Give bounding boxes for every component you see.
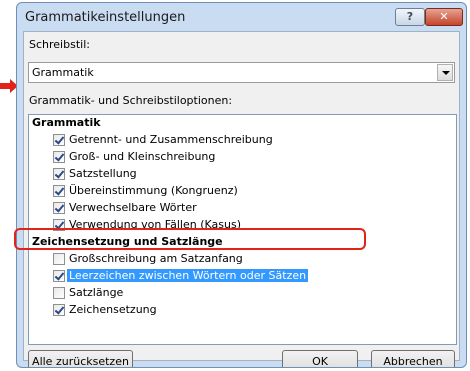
help-icon: ? [406, 10, 414, 23]
option-label: Getrennt- und Zusammenschreibung [69, 133, 273, 146]
checkbox[interactable] [53, 134, 65, 146]
reset-all-button[interactable]: Alle zurücksetzen [28, 350, 133, 367]
title-bar: Grammatikeinstellungen ? ✕ [17, 3, 466, 31]
options-label: Grammatik- und Schreibstiloptionen: [29, 94, 233, 107]
checkbox[interactable] [53, 270, 65, 282]
writing-style-label: Schreibstil: [29, 38, 90, 51]
option-label: Satzstellung [69, 167, 137, 180]
checkbox[interactable] [53, 151, 65, 163]
option-label: Verwechselbare Wörter [69, 201, 197, 214]
checkbox[interactable] [53, 185, 65, 197]
option-label: Verwendung von Fällen (Kasus) [69, 218, 241, 231]
close-button[interactable]: ✕ [425, 8, 463, 26]
writing-style-value: Grammatik [32, 66, 94, 79]
options-list[interactable]: Grammatik Getrennt- und Zusammenschreibu… [28, 114, 457, 345]
help-button[interactable]: ? [395, 8, 425, 26]
option-label: Zeichensetzung [69, 303, 157, 316]
checkbox[interactable] [53, 253, 65, 265]
writing-style-select[interactable]: Grammatik [28, 62, 455, 83]
dialog-title: Grammatikeinstellungen [25, 10, 186, 25]
checkbox[interactable] [53, 219, 65, 231]
category-heading: Grammatik [32, 116, 101, 129]
checkbox[interactable] [53, 168, 65, 180]
cancel-button[interactable]: Abbrechen [371, 350, 455, 367]
option-label: Groß- und Kleinschreibung [69, 150, 216, 163]
chevron-down-icon[interactable] [437, 64, 453, 81]
option-label: Übereinstimmung (Kongruenz) [69, 184, 238, 197]
checkbox[interactable] [53, 202, 65, 214]
option-label: Großschreibung am Satzanfang [69, 252, 243, 265]
checkbox[interactable] [53, 304, 65, 316]
ok-button[interactable]: OK [282, 350, 358, 367]
option-label: Leerzeichen zwischen Wörtern oder Sätzen [67, 269, 309, 282]
checkbox[interactable] [53, 287, 65, 299]
category-heading: Zeichensetzung und Satzlänge [32, 235, 223, 248]
close-icon: ✕ [439, 10, 449, 23]
option-label: Satzlänge [69, 286, 124, 299]
grammar-settings-dialog: Grammatikeinstellungen ? ✕ Schreibstil: … [16, 2, 467, 368]
dialog-body: Schreibstil: Grammatik Grammatik- und Sc… [23, 31, 460, 367]
